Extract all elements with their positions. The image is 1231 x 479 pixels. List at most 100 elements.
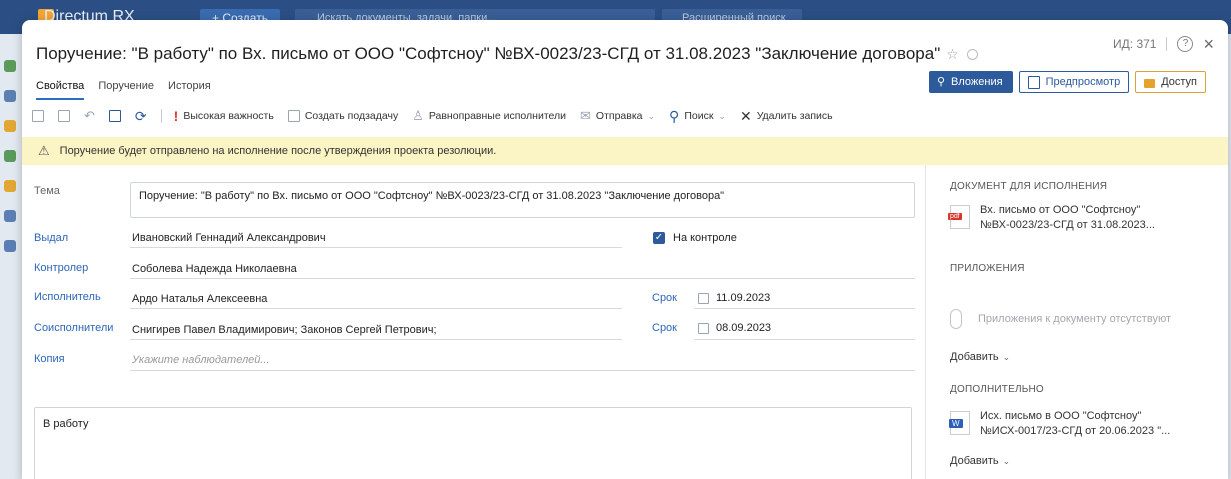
lock-icon [1144, 78, 1156, 88]
undo-icon: ↶ [84, 108, 95, 123]
controller-field[interactable]: Соболева Надежда Николаевна [132, 263, 297, 275]
send-button[interactable]: ✉ Отправка ⌄ [580, 108, 655, 124]
tab-properties[interactable]: Свойства [36, 80, 85, 100]
performer-label[interactable]: Исполнитель [34, 291, 101, 303]
on-control-checkbox[interactable]: ✓ [653, 232, 665, 244]
app-sidebar [0, 34, 22, 479]
sidebar-icon[interactable] [4, 120, 16, 132]
undo-button[interactable]: ↶ [84, 108, 95, 124]
performer-deadline-label: Срок [652, 292, 677, 304]
divider [1166, 37, 1168, 51]
assignment-text-field[interactable]: В работу [34, 407, 912, 479]
help-icon[interactable]: ? [1177, 36, 1194, 52]
extra-line-2: №ИСХ-0017/23-СГД от 20.06.2023 "... [980, 425, 1171, 437]
subtask-icon [287, 110, 300, 122]
tab-history[interactable]: История [168, 80, 211, 100]
right-panel: ДОКУМЕНТ ДЛЯ ИСПОЛНЕНИЯ pdf Вх. письмо о… [925, 165, 1228, 479]
preview-label: Предпросмотр [1045, 76, 1121, 88]
pdf-file-icon: pdf [948, 205, 970, 229]
issued-field[interactable]: Ивановский Геннадий Александрович [132, 232, 326, 244]
exclamation-icon: ! [173, 108, 179, 124]
delete-record-button[interactable]: ✕ Удалить запись [740, 108, 833, 125]
doc-line-2: №ВХ-0023/23-СГД от 31.08.2023... [980, 219, 1155, 231]
dialog-title-text: Поручение: "В работу" по Вх. письмо от О… [36, 44, 941, 63]
close-icon[interactable]: × [1203, 35, 1214, 53]
favorite-star-icon[interactable]: ☆ [946, 46, 959, 62]
controller-label[interactable]: Контролер [34, 262, 88, 274]
refresh-button[interactable]: ⟳ [135, 108, 147, 125]
sidebar-icon[interactable] [4, 210, 16, 222]
chevron-down-icon: ⌄ [718, 110, 726, 121]
attachments-section-title: ПРИЛОЖЕНИЯ [950, 263, 1025, 274]
subject-field[interactable]: Поручение: "В работу" по Вх. письмо от О… [130, 182, 915, 218]
copy-button[interactable] [108, 110, 121, 122]
coperformers-label[interactable]: Соисполнители [34, 322, 113, 334]
chevron-down-icon: ⌄ [1002, 352, 1011, 362]
sidebar-icon[interactable] [4, 240, 16, 252]
assignment-dialog: Поручение: "В работу" по Вх. письмо от О… [22, 20, 1228, 479]
chevron-down-icon: ⌄ [1002, 456, 1011, 466]
sidebar-icon[interactable] [4, 60, 16, 72]
send-label: Отправка [595, 110, 643, 122]
divider [130, 278, 915, 279]
performer-deadline-field[interactable]: 11.09.2023 [716, 292, 770, 304]
divider [694, 339, 915, 340]
calendar-icon[interactable] [698, 323, 709, 334]
doc-line-1: Вх. письмо от ООО "Софтсноу" [980, 204, 1141, 216]
divider [130, 247, 622, 248]
copy-label[interactable]: Копия [34, 353, 65, 365]
observers-input[interactable]: Укажите наблюдателей... [132, 354, 270, 366]
save-close-button[interactable] [58, 110, 70, 122]
on-control-label: На контроле [673, 232, 737, 244]
save-icon [32, 110, 44, 122]
doc-for-execution-item[interactable]: pdf Вх. письмо от ООО "Софтсноу" №ВХ-002… [948, 203, 1155, 233]
divider [130, 370, 915, 371]
word-file-icon: W [949, 411, 970, 435]
coperformers-field[interactable]: Снигирев Павел Владимирович; Законов Сер… [132, 324, 437, 336]
subject-label: Тема [34, 185, 60, 197]
warning-text: Поручение будет отправлено на исполнение… [59, 145, 497, 157]
dialog-title: Поручение: "В работу" по Вх. письмо от О… [36, 44, 978, 64]
toolbar: ↶ ⟳ ! Высокая важность Создать подзадачу… [32, 104, 847, 128]
add-extra-button[interactable]: Добавить ⌄ [950, 455, 1010, 467]
high-importance-button[interactable]: ! Высокая важность [174, 108, 274, 124]
preview-button[interactable]: Предпросмотр [1018, 71, 1130, 93]
issued-label[interactable]: Выдал [34, 232, 68, 244]
create-subtask-button[interactable]: Создать подзадачу [287, 110, 398, 122]
sidebar-icon[interactable] [4, 180, 16, 192]
sidebar-icon[interactable] [4, 90, 16, 102]
coperformers-deadline-field[interactable]: 08.09.2023 [716, 322, 771, 334]
warning-banner: ⚠ Поручение будет отправлено на исполнен… [22, 137, 1228, 165]
no-attachments-text: Приложения к документу отсутствуют [978, 313, 1171, 325]
add-label: Добавить [950, 455, 999, 467]
record-id: ИД: 371 [1113, 37, 1157, 51]
doc-section-title: ДОКУМЕНТ ДЛЯ ИСПОЛНЕНИЯ [950, 181, 1108, 192]
users-icon: ♙ [412, 108, 424, 123]
search-icon: ⚲ [669, 107, 680, 124]
extra-doc-item[interactable]: W Исх. письмо в ООО "Софтсноу" №ИСХ-0017… [949, 409, 1171, 439]
extra-section-title: ДОПОЛНИТЕЛЬНО [950, 384, 1044, 395]
attachments-label: Вложения [951, 76, 1003, 88]
coperformers-deadline-label: Срок [652, 322, 677, 334]
sidebar-icon[interactable] [4, 150, 16, 162]
search-button[interactable]: ⚲ Поиск ⌄ [669, 108, 726, 125]
performer-field[interactable]: Ардо Наталья Алексеевна [132, 293, 267, 305]
properties-form: Тема Поручение: "В работу" по Вх. письмо… [22, 165, 925, 479]
dialog-tabs: Свойства Поручение История [36, 80, 211, 100]
save-button[interactable] [32, 110, 44, 122]
paperclip-icon [950, 309, 962, 329]
copy-icon [108, 110, 121, 122]
calendar-icon[interactable] [698, 293, 709, 304]
attachments-button[interactable]: ⚲ Вложения [928, 71, 1013, 93]
warning-icon: ⚠ [38, 143, 50, 158]
add-attachment-button[interactable]: Добавить ⌄ [950, 351, 1010, 363]
delete-record-label: Удалить запись [756, 110, 833, 122]
tab-assignment[interactable]: Поручение [98, 80, 154, 100]
access-label: Доступ [1161, 76, 1197, 88]
search-label: Поиск [684, 110, 714, 122]
equal-performers-button[interactable]: ♙ Равноправные исполнители [412, 108, 566, 124]
divider [694, 308, 915, 309]
toolbar-divider [160, 109, 162, 123]
preview-icon [1027, 75, 1040, 89]
access-button[interactable]: Доступ [1135, 71, 1206, 93]
